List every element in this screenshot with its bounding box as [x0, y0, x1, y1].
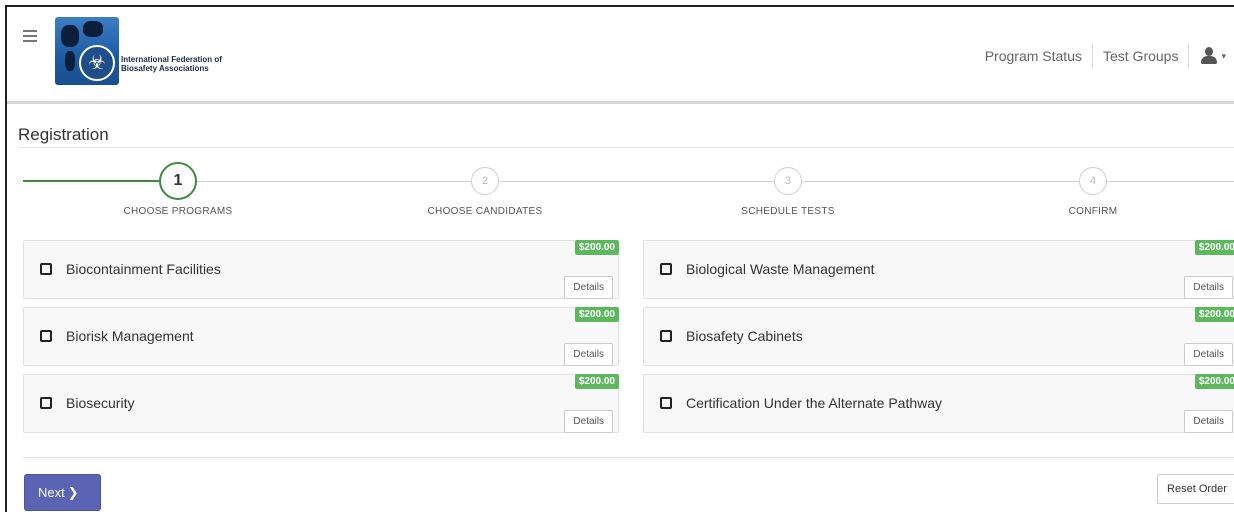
- caret-down-icon: ▾: [1221, 50, 1226, 61]
- top-nav: Program Status Test Groups ▾: [975, 43, 1234, 69]
- program-name: Biocontainment Facilities: [66, 261, 221, 277]
- divider: [18, 147, 1234, 148]
- program-checkbox[interactable]: [660, 397, 672, 409]
- program-card[interactable]: Biocontainment Facilities $200.00 Detail…: [23, 240, 619, 299]
- program-checkbox[interactable]: [660, 263, 672, 275]
- program-name: Biorisk Management: [66, 328, 194, 344]
- program-name: Biological Waste Management: [686, 261, 875, 277]
- ifba-logo[interactable]: ☣ International Federation of Biosafety …: [55, 17, 225, 95]
- step-number: 1: [159, 162, 197, 200]
- nav-program-status[interactable]: Program Status: [975, 45, 1092, 67]
- chevron-right-icon: ❯: [67, 485, 79, 500]
- program-name: Certification Under the Alternate Pathwa…: [686, 395, 943, 411]
- wizard-step-choose-programs[interactable]: 1 CHOOSE PROGRAMS: [103, 162, 253, 217]
- step-number: 2: [471, 167, 499, 195]
- app-frame: ☣ International Federation of Biosafety …: [5, 5, 1234, 512]
- details-button[interactable]: Details: [564, 276, 613, 299]
- wizard-step-confirm[interactable]: 4 CONFIRM: [1018, 167, 1168, 217]
- registration-wizard: 1 CHOOSE PROGRAMS 2 CHOOSE CANDIDATES 3 …: [23, 162, 1234, 227]
- program-card[interactable]: Biosafety Cabinets $200.00 Details: [643, 307, 1234, 366]
- step-label: CONFIRM: [1068, 206, 1118, 217]
- price-badge: $200.00: [1194, 240, 1234, 255]
- program-checkbox[interactable]: [40, 397, 52, 409]
- details-button[interactable]: Details: [1184, 410, 1233, 433]
- program-card[interactable]: Certification Under the Alternate Pathwa…: [643, 374, 1234, 433]
- price-badge: $200.00: [574, 374, 619, 389]
- details-button[interactable]: Details: [564, 343, 613, 366]
- step-label: CHOOSE PROGRAMS: [123, 206, 233, 217]
- next-button[interactable]: Next ❯: [24, 474, 101, 511]
- program-name: Biosecurity: [66, 395, 135, 411]
- wizard-step-schedule-tests[interactable]: 3 SCHEDULE TESTS: [713, 167, 863, 217]
- org-name: International Federation of Biosafety As…: [121, 55, 222, 73]
- program-card[interactable]: Biosecurity $200.00 Details: [23, 374, 619, 433]
- program-name: Biosafety Cabinets: [686, 328, 803, 344]
- step-number: 3: [774, 167, 802, 195]
- reset-order-button[interactable]: Reset Order: [1157, 474, 1234, 504]
- program-checkbox[interactable]: [40, 263, 52, 275]
- hamburger-menu-icon[interactable]: [23, 30, 37, 42]
- price-badge: $200.00: [1194, 374, 1234, 389]
- page-title: Registration: [18, 125, 109, 144]
- program-card[interactable]: Biorisk Management $200.00 Details: [23, 307, 619, 366]
- price-badge: $200.00: [1194, 307, 1234, 322]
- next-label: Next: [38, 485, 65, 500]
- details-button[interactable]: Details: [1184, 276, 1233, 299]
- price-badge: $200.00: [574, 307, 619, 322]
- details-button[interactable]: Details: [564, 410, 613, 433]
- step-number: 4: [1079, 167, 1107, 195]
- wizard-step-choose-candidates[interactable]: 2 CHOOSE CANDIDATES: [410, 167, 560, 217]
- program-card[interactable]: Biological Waste Management $200.00 Deta…: [643, 240, 1234, 299]
- price-badge: $200.00: [574, 240, 619, 255]
- user-menu[interactable]: ▾: [1189, 47, 1234, 65]
- step-label: SCHEDULE TESTS: [741, 206, 835, 217]
- program-checkbox[interactable]: [660, 330, 672, 342]
- nav-test-groups[interactable]: Test Groups: [1093, 45, 1188, 67]
- details-button[interactable]: Details: [1184, 343, 1233, 366]
- program-checkbox[interactable]: [40, 330, 52, 342]
- divider: [23, 457, 1234, 458]
- step-label: CHOOSE CANDIDATES: [427, 206, 543, 217]
- top-navbar: ☣ International Federation of Biosafety …: [7, 7, 1234, 104]
- user-icon: [1201, 47, 1218, 65]
- biohazard-icon: ☣: [79, 45, 115, 81]
